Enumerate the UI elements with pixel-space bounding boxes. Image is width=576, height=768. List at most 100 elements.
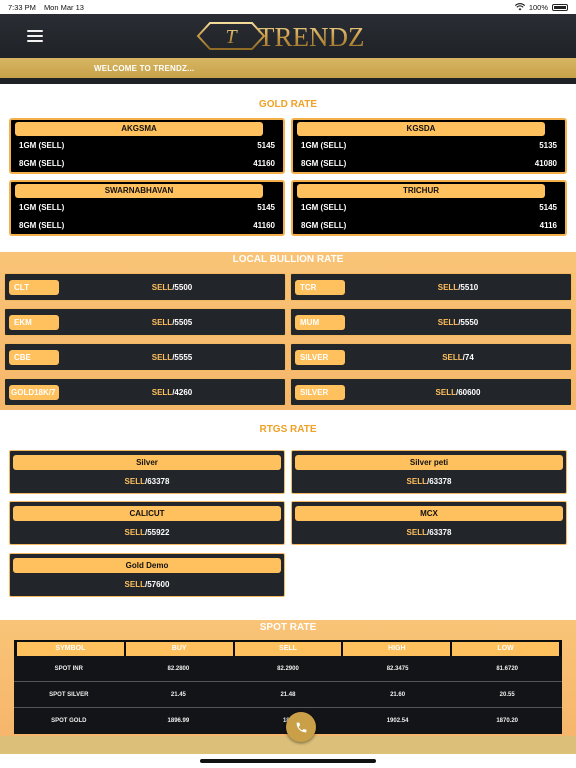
sell-label: SELL [124,580,145,589]
table-cell: 81.6720 [496,666,519,672]
battery-percent: 100% [528,2,548,12]
column-header: SELL [234,642,342,656]
gold-card-trichur: TRICHUR 1GM (SELL) 5145 8GM (SELL) 4116 [291,180,567,236]
rate-value: 4116 [539,221,557,230]
table-cell: SPOT SILVER [49,692,89,698]
table-header: SYMBOL BUY SELL HIGH LOW [14,640,562,656]
rtgs-item-mcx: MCX SELL/63378 [291,501,567,545]
bullion-tag: MUM [295,315,345,330]
rtgs-item-name: MCX [295,506,563,521]
rtgs-item-name: CALICUT [13,506,281,521]
sell-label: SELL [151,318,173,327]
bullion-item-gold18k: GOLD18K/7 SELL/4260 [4,378,286,406]
bullion-value: /5500 [172,283,193,292]
bullion-item-clt: CLT SELL/5500 [4,273,286,301]
bullion-tag: EKM [9,315,59,330]
rate-label: 8GM (SELL) [19,159,65,168]
bullion-tag: GOLD18K/7 [9,385,59,400]
table-cell: 1896.99 [167,718,190,724]
sell-label: SELL [437,318,459,327]
svg-text:TRENDZ: TRENDZ [258,22,364,52]
gold-card-name: SWARNABHAVAN [15,184,263,198]
rtgs-value: /63378 [144,477,170,486]
rtgs-item-name: Silver peti [295,455,563,470]
rtgs-item-name: Gold Demo [13,558,281,573]
bullion-item-ekm: EKM SELL/5505 [4,308,286,336]
gold-card-akgsma: AKGSMA 1GM (SELL) 5145 8GM (SELL) 41160 [9,118,285,174]
rtgs-item-gold-demo: Gold Demo SELL/57600 [9,553,285,597]
column-header: SYMBOL [17,642,124,656]
bullion-value: /4260 [172,388,193,397]
gold-card-swarnabhavan: SWARNABHAVAN 1GM (SELL) 5145 8GM (SELL) 41… [9,180,285,236]
rate-label: 8GM (SELL) [19,221,65,230]
bullion-item-mum: MUM SELL/5550 [290,308,572,336]
app-header: T TRENDZ [0,14,576,58]
rtgs-value: /55922 [144,528,170,537]
rate-value: 41160 [253,221,275,230]
sell-label: SELL [124,477,145,486]
bullion-item-cbe: CBE SELL/5555 [4,343,286,371]
sell-label: SELL [435,388,456,397]
rtgs-item-silver: Silver SELL/63378 [9,450,285,494]
sell-label: SELL [151,353,173,362]
bullion-value: /5510 [458,283,479,292]
bullion-item-silver: SILVER SELL/74 [290,343,572,371]
gold-rate-title: GOLD RATE [258,99,318,110]
table-cell: 82.2900 [277,666,299,672]
table-cell: 1870.20 [496,718,519,724]
status-bar: 7:33 PM Mon Mar 13 100% [0,0,576,14]
rate-value: 41080 [534,159,557,168]
divider [0,78,576,84]
sell-label: SELL [442,353,463,362]
bullion-value: /5505 [172,318,193,327]
bullion-tag: SILVER [295,385,345,400]
welcome-text: WELCOME TO TRENDZ... [94,64,195,73]
rate-label: 1GM (SELL) [19,203,65,212]
rtgs-value: /57600 [144,580,170,589]
gold-card-name: AKGSMA [15,122,263,136]
rtgs-item-calicut: CALICUT SELL/55922 [9,501,285,545]
table-cell: SPOT INR [54,666,83,672]
spot-rate-title: SPOT RATE [259,622,317,633]
column-header: LOW [452,642,559,656]
bullion-value: /5555 [172,353,193,362]
bullion-value: /60600 [455,388,481,397]
rate-label: 8GM (SELL) [301,159,347,168]
sell-label: SELL [151,283,173,292]
bullion-item-silver-2: SILVER SELL/60600 [290,378,572,406]
rate-value: 5145 [257,141,275,150]
hamburger-menu-icon[interactable] [27,30,43,42]
sell-label: SELL [406,477,427,486]
table-cell: 82.2800 [167,666,190,672]
table-cell: 21.60 [390,692,406,698]
rtgs-value: /63378 [426,528,452,537]
phone-icon [296,722,306,732]
battery-icon [552,3,568,11]
bullion-value: /74 [462,353,474,362]
sell-label: SELL [124,528,145,537]
table-cell: 21.48 [280,692,296,698]
bullion-tag: CBE [9,350,59,365]
gold-card-kgsda: KGSDA 1GM (SELL) 5135 8GM (SELL) 41080 [291,118,567,174]
sell-label: SELL [406,528,427,537]
gold-card-name: TRICHUR [297,184,545,198]
column-header: BUY [125,642,233,656]
rate-value: 41160 [253,159,275,168]
bottom-band [0,736,576,754]
table-row: SPOT SILVER 21.45 21.48 21.60 20.55 [14,682,562,708]
table-cell: 20.55 [499,692,515,698]
rate-value: 5145 [257,203,275,212]
bullion-tag: CLT [9,280,59,295]
rate-label: 1GM (SELL) [19,141,65,150]
gold-card-name: KGSDA [297,122,545,136]
home-indicator [200,759,376,763]
rtgs-rate-title: RTGS RATE [259,424,317,435]
rtgs-item-silver-peti: Silver peti SELL/63378 [291,450,567,494]
sell-label: SELL [151,388,173,397]
bullion-tag: SILVER [295,350,345,365]
rate-label: 8GM (SELL) [301,221,347,230]
svg-text:T: T [225,26,238,48]
table-row: SPOT INR 82.2800 82.2900 82.3475 81.6720 [14,656,562,682]
rate-value: 5145 [539,203,557,212]
call-button[interactable] [286,712,316,742]
